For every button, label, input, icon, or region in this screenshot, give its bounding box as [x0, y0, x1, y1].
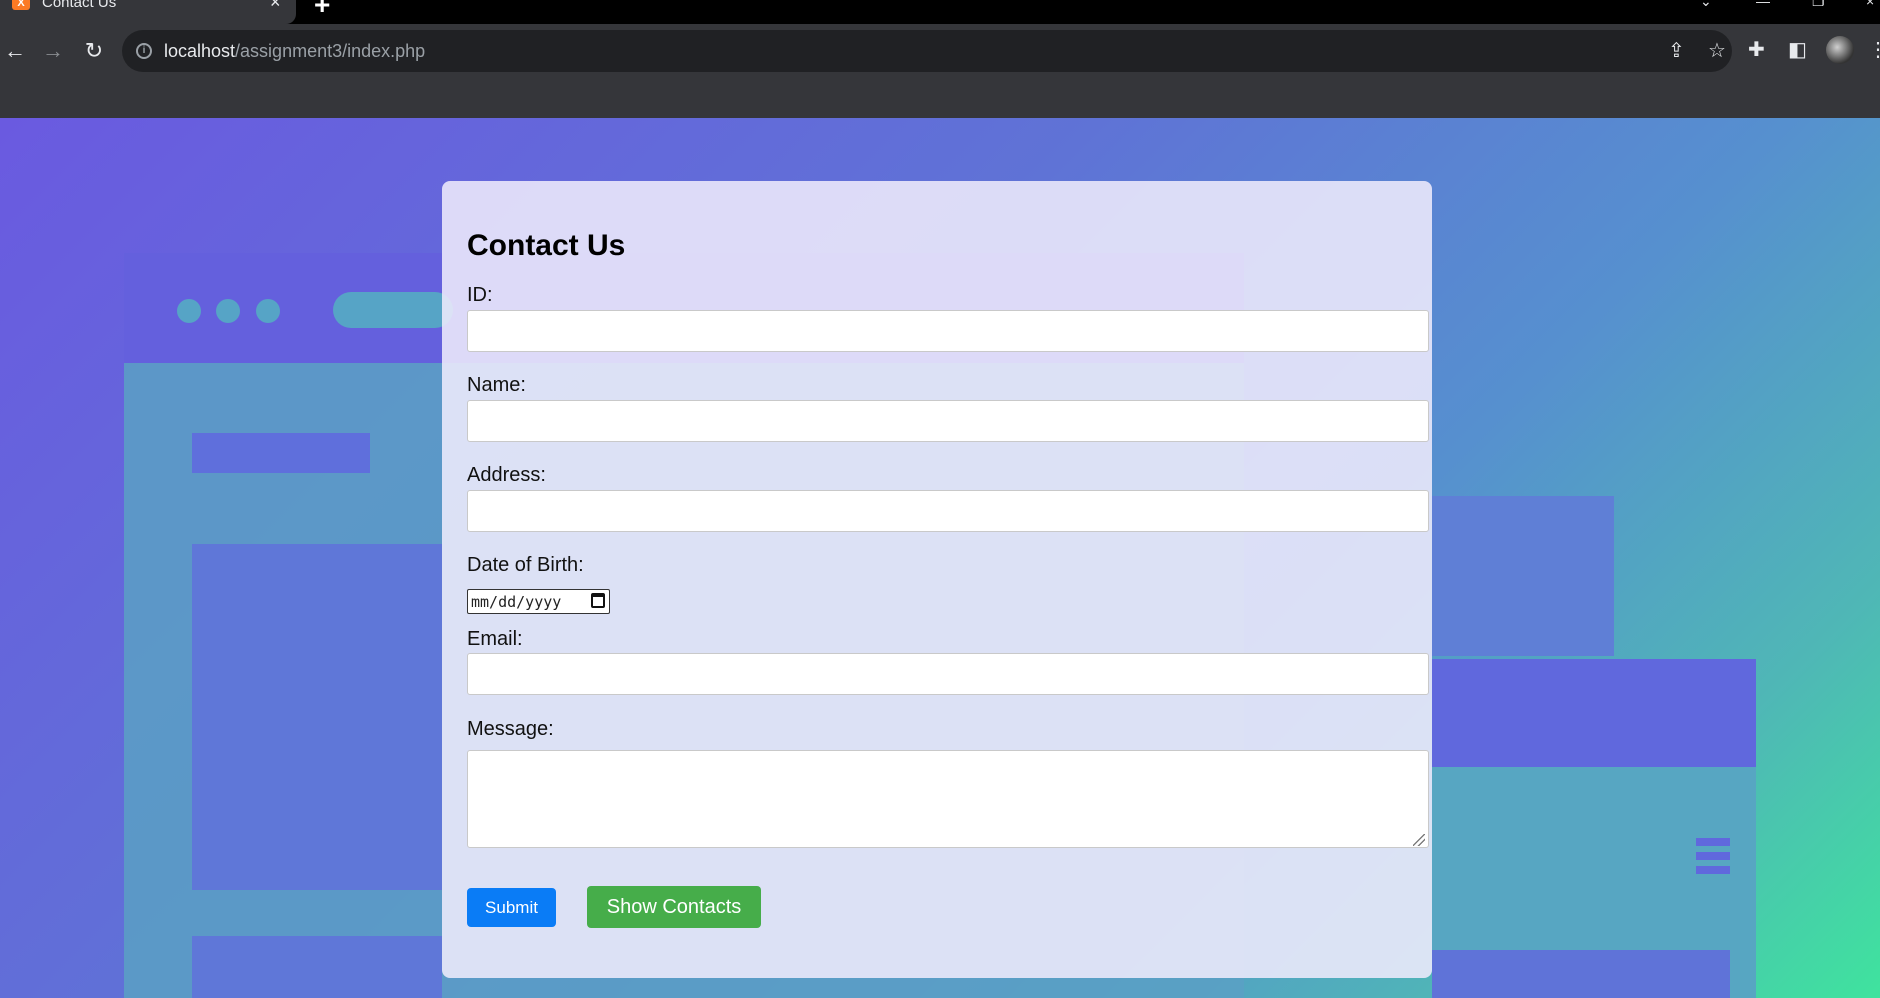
page-title: Contact Us — [467, 229, 626, 262]
resize-handle-icon[interactable] — [1413, 834, 1425, 846]
menu-icon[interactable]: ⋮ — [1868, 38, 1880, 62]
url-text[interactable]: localhost/assignment3/index.php — [164, 41, 425, 62]
calendar-icon[interactable] — [591, 593, 605, 608]
name-label: Name: — [467, 374, 526, 396]
background-panel — [192, 936, 442, 998]
extensions-icon[interactable]: ✚ — [1748, 38, 1765, 62]
star-icon[interactable]: ☆ — [1708, 38, 1726, 63]
submit-button[interactable]: Submit — [467, 888, 556, 927]
id-field[interactable] — [467, 310, 1429, 352]
tab-strip: X Contact Us × + ⌄ — ❐ × — [0, 0, 1880, 24]
window-close-icon[interactable]: × — [1866, 0, 1874, 8]
xampp-favicon-icon: X — [12, 0, 30, 10]
address-field[interactable] — [467, 490, 1429, 532]
address-label: Address: — [467, 464, 546, 486]
message-label: Message: — [467, 718, 554, 740]
close-tab-icon[interactable]: × — [270, 0, 281, 11]
background-dot — [177, 299, 201, 323]
tab-title: Contact Us — [42, 0, 117, 11]
info-icon[interactable]: i — [136, 43, 152, 59]
address-bar[interactable]: i localhost/assignment3/index.php ⇪ ☆ — [122, 30, 1732, 72]
background-pill — [333, 292, 453, 328]
bookmark-bar — [0, 80, 1880, 118]
page-viewport: Contact Us ID: Name: Address: Date of Bi… — [0, 118, 1880, 998]
show-contacts-button[interactable]: Show Contacts — [587, 886, 761, 928]
forward-arrow-icon[interactable]: → — [38, 36, 68, 66]
contact-form-card: Contact Us ID: Name: Address: Date of Bi… — [442, 181, 1432, 978]
background-menu-line — [1696, 852, 1730, 860]
message-textarea[interactable] — [467, 750, 1429, 848]
side-panel-icon[interactable]: ◧ — [1788, 38, 1807, 62]
new-tab-icon[interactable]: + — [314, 0, 330, 19]
background-panel — [1432, 950, 1730, 998]
email-label: Email: — [467, 628, 523, 650]
browser-toolbar: ← → ↻ i localhost/assignment3/index.php … — [0, 24, 1880, 80]
background-panel — [1432, 496, 1614, 656]
reload-icon[interactable]: ↻ — [79, 36, 109, 66]
background-bar — [192, 433, 370, 473]
background-panel — [192, 544, 442, 890]
tab-search-icon[interactable]: ⌄ — [1700, 0, 1712, 8]
name-field[interactable] — [467, 400, 1429, 442]
browser-tab[interactable]: X Contact Us × — [0, 0, 296, 24]
background-dot — [216, 299, 240, 323]
background-panel — [1432, 659, 1756, 767]
share-icon[interactable]: ⇪ — [1668, 38, 1685, 63]
background-menu-line — [1696, 838, 1730, 846]
date-placeholder: mm/dd/yyyy — [471, 593, 562, 611]
id-label: ID: — [467, 284, 493, 306]
restore-icon[interactable]: ❐ — [1812, 0, 1825, 8]
back-arrow-icon[interactable]: ← — [0, 36, 30, 66]
minimize-icon[interactable]: — — [1756, 0, 1770, 8]
email-field[interactable] — [467, 653, 1429, 695]
background-dot — [256, 299, 280, 323]
dob-label: Date of Birth: — [467, 554, 584, 576]
profile-avatar[interactable] — [1826, 36, 1854, 64]
date-of-birth-input[interactable]: mm/dd/yyyy — [467, 589, 610, 614]
background-menu-line — [1696, 866, 1730, 874]
